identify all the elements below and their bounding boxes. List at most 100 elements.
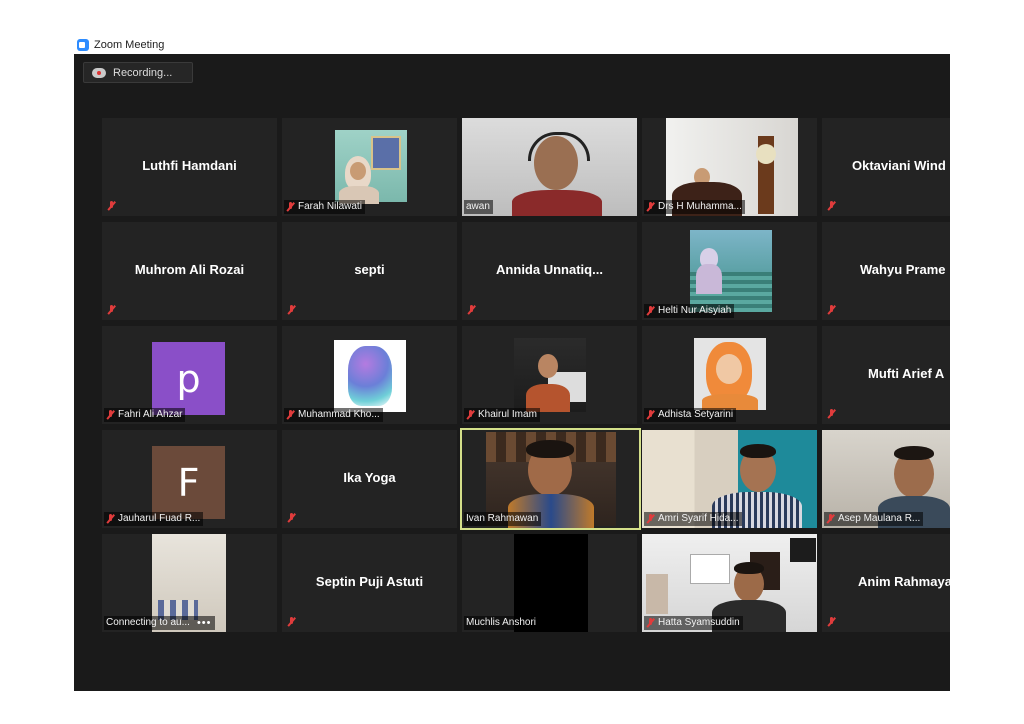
mic-muted-icon (646, 202, 655, 212)
participant-video (694, 338, 766, 410)
participant-name: Farah Nilawati (298, 201, 362, 212)
participant-tile-active-speaker[interactable]: Ivan Rahmawan (460, 428, 641, 530)
participant-name-tag: Asep Maulana R... (824, 512, 924, 526)
cloud-recording-icon (92, 67, 106, 78)
participant-name: Luthfi Hamdani (142, 158, 237, 173)
mic-muted-icon (106, 514, 115, 524)
mic-muted-icon (287, 513, 296, 523)
participant-name: Drs H Muhamma... (658, 201, 742, 212)
participant-name-tag: Drs H Muhamma... (644, 200, 745, 214)
participant-name-tag: awan (464, 200, 493, 214)
participant-name: Annida Unnatiq... (496, 262, 603, 277)
recording-label: Recording... (113, 66, 173, 79)
participant-tile[interactable]: Mufti Arief A (822, 326, 950, 424)
participant-tile[interactable]: Adhista Setyarini (642, 326, 817, 424)
participant-name: Ivan Rahmawan (466, 513, 539, 524)
participant-tile[interactable]: Septin Puji Astuti (282, 534, 457, 632)
participant-video (514, 338, 586, 412)
participant-video (690, 230, 772, 312)
participant-name-tag: Helti Nur Aisyiah (644, 304, 735, 318)
mic-muted-icon (646, 618, 655, 628)
participant-name-tag: Muhammad Kho... (284, 408, 383, 422)
mic-muted-icon (287, 305, 296, 315)
participant-tile[interactable]: Ika Yoga (282, 430, 457, 528)
participant-name: Anim Rahmaya (858, 574, 950, 589)
participant-tile[interactable]: Farah Nilawati (282, 118, 457, 216)
participant-tile[interactable]: Muchlis Anshori (462, 534, 637, 632)
participant-name: Muhrom Ali Rozai (134, 262, 245, 277)
participant-name: Wahyu Prame (860, 262, 946, 277)
participant-name: Mufti Arief A (868, 366, 945, 381)
participant-name-tag: Connecting to au... ••• (104, 616, 215, 630)
participant-tile[interactable]: Khairul Imam (462, 326, 637, 424)
participant-tile[interactable]: F Jauharul Fuad R... (102, 430, 277, 528)
participant-name-tag: Farah Nilawati (284, 200, 365, 214)
participant-name: Amri Syarif Hida... (658, 513, 739, 524)
participant-name: septi (354, 262, 385, 277)
mic-muted-icon (286, 202, 295, 212)
participant-name-tag: Adhista Setyarini (644, 408, 737, 422)
participant-name: Khairul Imam (478, 409, 537, 420)
mic-muted-icon (107, 305, 116, 315)
participant-name-tag: Jauharul Fuad R... (104, 512, 204, 526)
zoom-meeting-window: Recording... Luthfi Hamdani Farah Nilawa… (74, 54, 950, 691)
participant-video (334, 340, 406, 412)
participant-tile[interactable]: Wahyu Prame (822, 222, 950, 320)
mic-muted-icon (467, 305, 476, 315)
mic-muted-icon (827, 409, 836, 419)
window-titlebar: Zoom Meeting (77, 37, 164, 53)
participant-name-tag: Khairul Imam (464, 408, 540, 422)
mic-muted-icon (826, 514, 835, 524)
participant-name: awan (466, 201, 490, 212)
participant-name: Septin Puji Astuti (315, 574, 424, 589)
more-options-icon[interactable]: ••• (197, 616, 212, 630)
participant-tile[interactable]: Muhrom Ali Rozai (102, 222, 277, 320)
participant-name: Connecting to au... (106, 617, 190, 628)
participant-tile[interactable]: Oktaviani Wind (822, 118, 950, 216)
mic-muted-icon (827, 201, 836, 211)
participant-avatar: p (152, 342, 225, 415)
participant-tile[interactable]: Connecting to au... ••• (102, 534, 277, 632)
participant-tile[interactable]: Luthfi Hamdani (102, 118, 277, 216)
participant-name: Fahri Ali Ahzar (118, 409, 183, 420)
participant-name: Helti Nur Aisyiah (658, 305, 732, 316)
participant-name-tag: Ivan Rahmawan (464, 512, 542, 526)
mic-muted-icon (106, 410, 115, 420)
window-title: Zoom Meeting (94, 39, 165, 51)
participant-tile[interactable]: Annida Unnatiq... (462, 222, 637, 320)
mic-muted-icon (827, 617, 836, 627)
participant-tile[interactable]: septi (282, 222, 457, 320)
participant-name: Ika Yoga (343, 470, 396, 485)
participant-tile[interactable]: Drs H Muhamma... (642, 118, 817, 216)
participant-name: Jauharul Fuad R... (118, 513, 201, 524)
participant-name-tag: Amri Syarif Hida... (644, 512, 742, 526)
recording-indicator[interactable]: Recording... (83, 62, 193, 83)
participant-tile[interactable]: Muhammad Kho... (282, 326, 457, 424)
participant-tile[interactable]: awan (462, 118, 637, 216)
zoom-logo-icon (77, 39, 89, 51)
mic-muted-icon (646, 514, 655, 524)
mic-muted-icon (827, 305, 836, 315)
participant-tile[interactable]: Helti Nur Aisyiah (642, 222, 817, 320)
participant-name-tag: Hatta Syamsuddin (644, 616, 743, 630)
mic-muted-icon (107, 201, 116, 211)
participant-tile[interactable]: Amri Syarif Hida... (642, 430, 817, 528)
participant-avatar: F (152, 446, 225, 519)
participant-name: Adhista Setyarini (658, 409, 734, 420)
participant-tile[interactable]: Asep Maulana R... (822, 430, 950, 528)
participant-tile[interactable]: p Fahri Ali Ahzar (102, 326, 277, 424)
mic-muted-icon (646, 410, 655, 420)
mic-muted-icon (646, 306, 655, 316)
participant-name: Oktaviani Wind (852, 158, 946, 173)
participant-name: Muchlis Anshori (466, 617, 537, 628)
participant-name: Muhammad Kho... (298, 409, 380, 420)
participant-name: Asep Maulana R... (838, 513, 921, 524)
mic-muted-icon (287, 617, 296, 627)
participant-tile[interactable]: Hatta Syamsuddin (642, 534, 817, 632)
mic-muted-icon (466, 410, 475, 420)
mic-muted-icon (286, 410, 295, 420)
participant-tile[interactable]: Anim Rahmaya (822, 534, 950, 632)
participant-name-tag: Muchlis Anshori (464, 616, 540, 630)
participant-name: Hatta Syamsuddin (658, 617, 740, 628)
participant-name-tag: Fahri Ali Ahzar (104, 408, 186, 422)
